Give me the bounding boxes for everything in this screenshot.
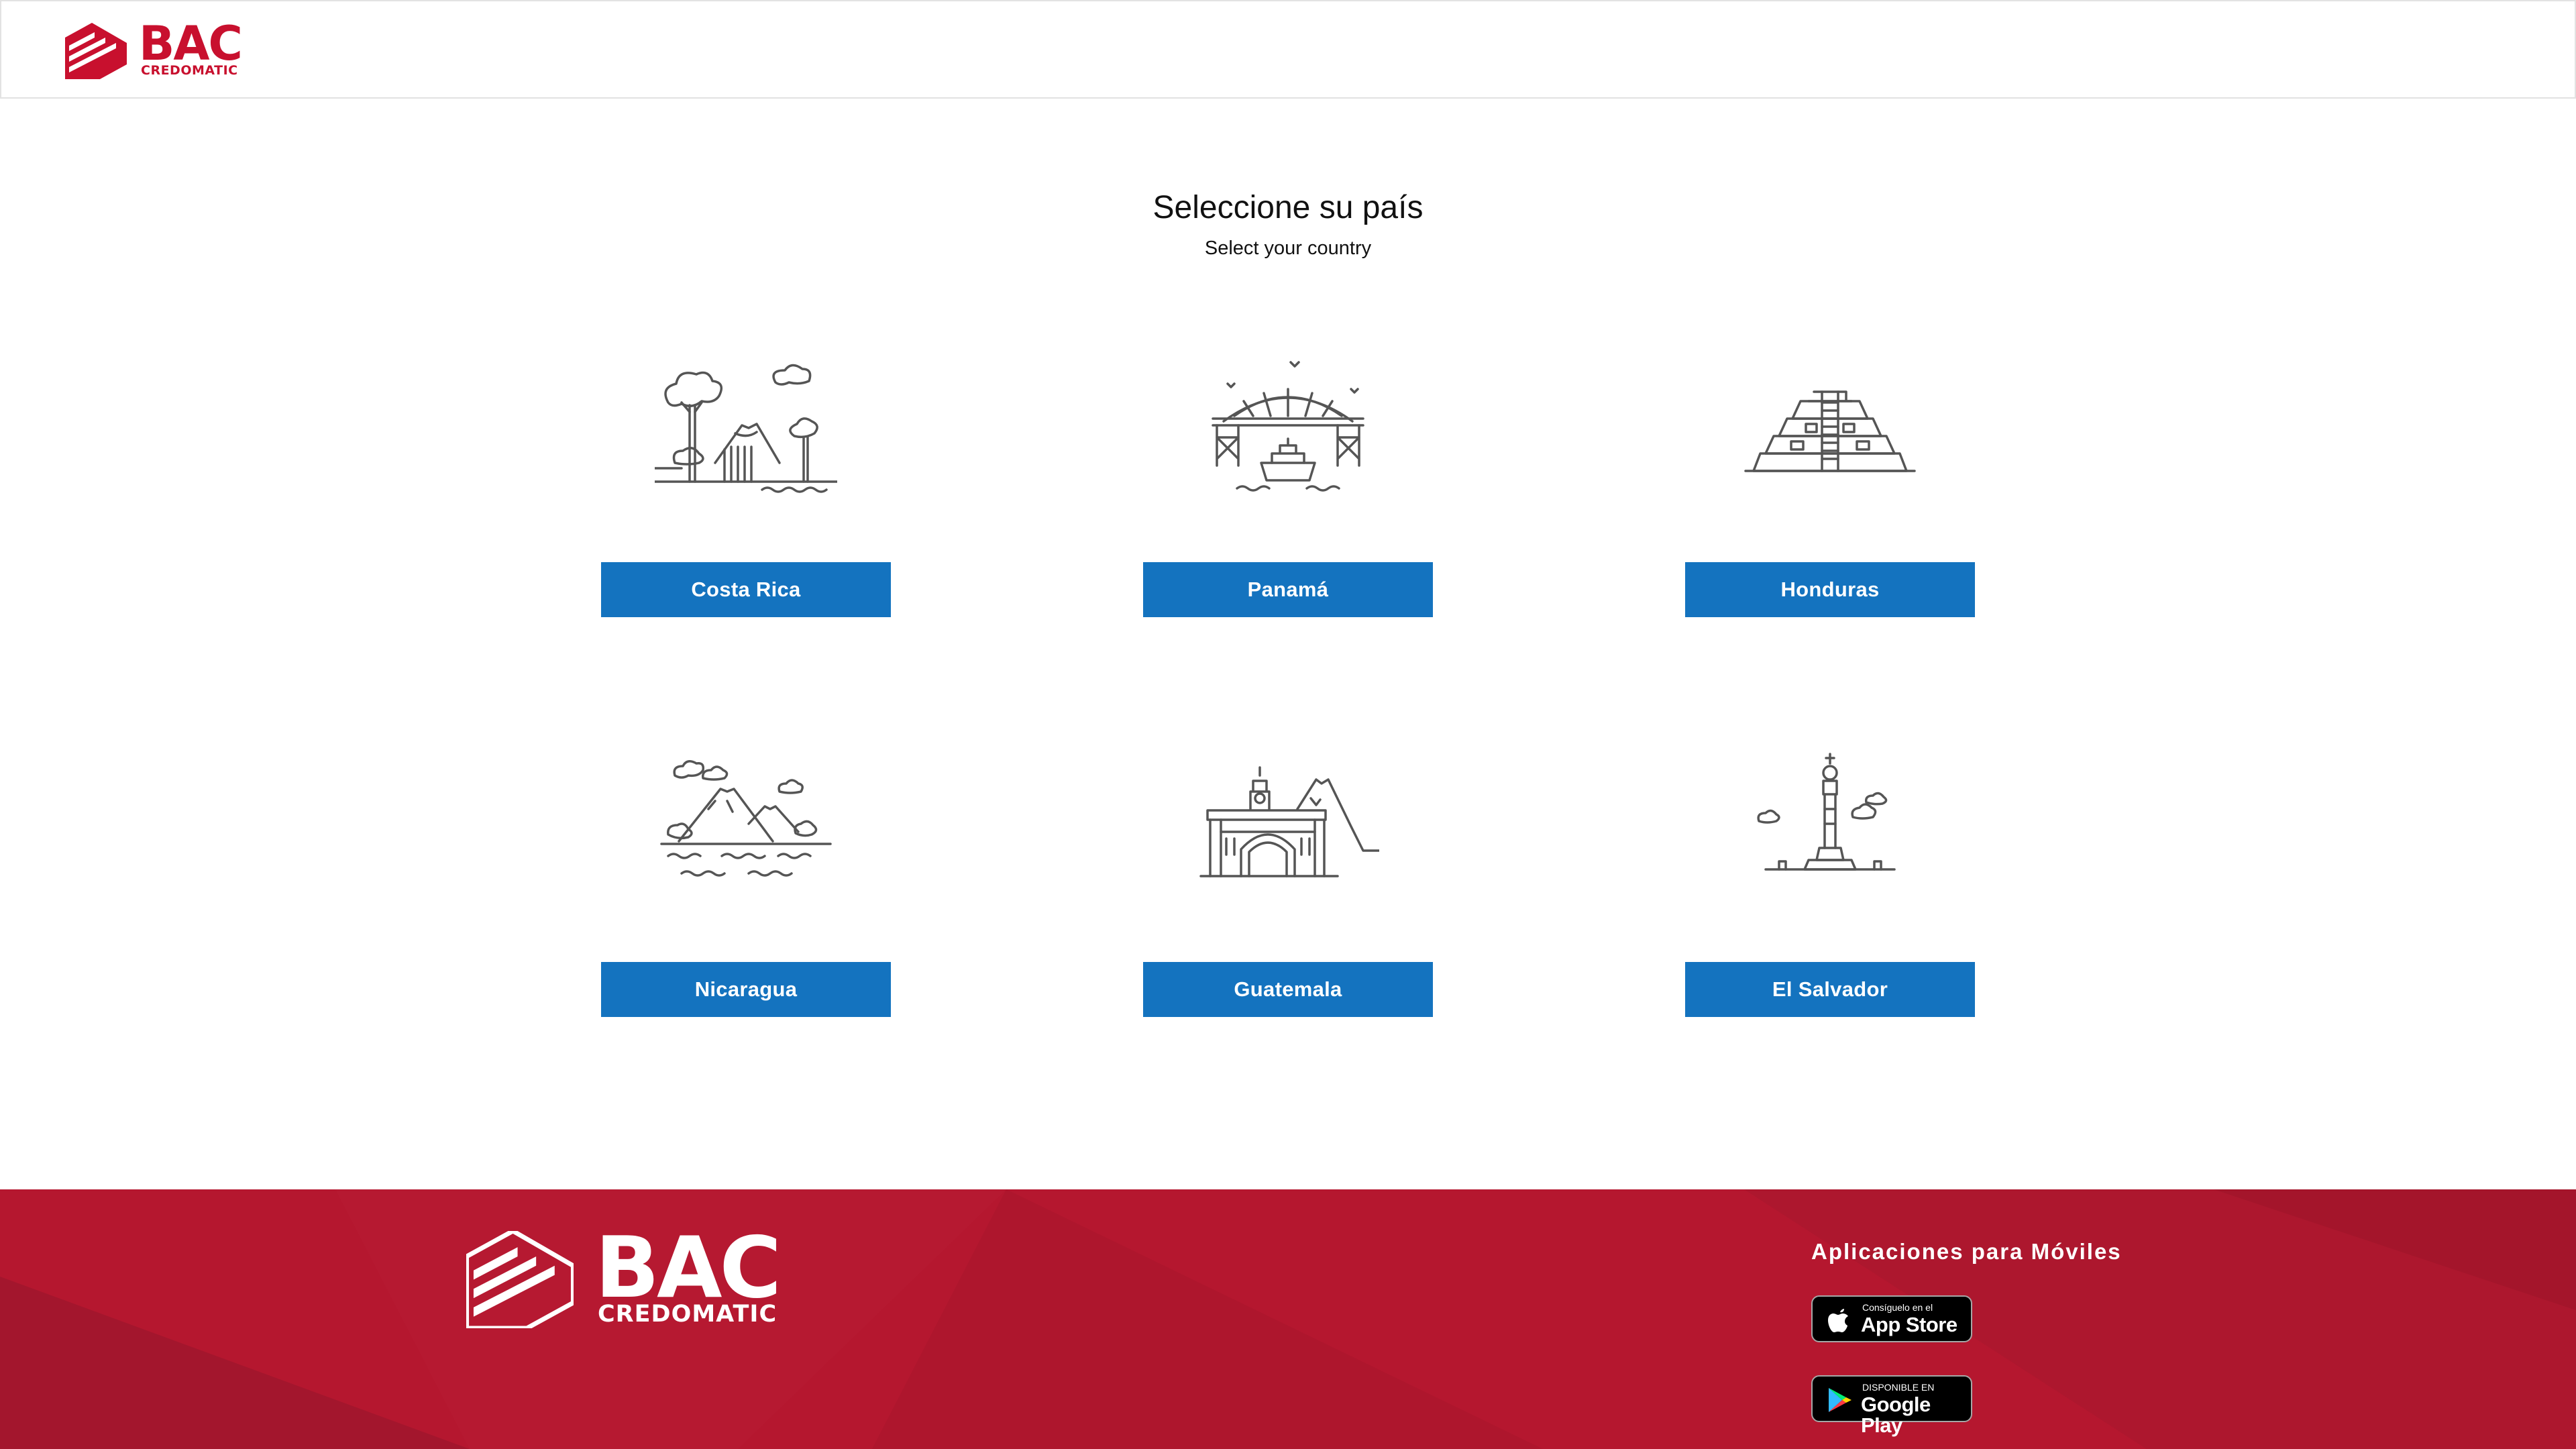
google-play-badge[interactable]: DISPONIBLE EN Google Play [1811, 1375, 1972, 1436]
footer-logo-subtext: CREDOMATIC [598, 1301, 777, 1328]
header: BAC CREDOMATIC [0, 0, 2576, 99]
logo-word: BAC [139, 16, 243, 71]
bac-logo-mark-icon [65, 23, 127, 79]
footer-bac-logo[interactable]: BAC CREDOMATIC [466, 1226, 782, 1332]
app-store-badge[interactable]: Consíguelo en el App Store [1811, 1295, 1972, 1342]
app-store-small-text: Consíguelo en el [1862, 1302, 1933, 1313]
google-play-small-text: DISPONIBLE EN [1862, 1382, 1935, 1393]
footer: BAC CREDOMATIC Aplicaciones para Móviles… [0, 1189, 2576, 1449]
country-card-nicaragua: Nicaragua [601, 735, 891, 1017]
panama-canal-bridge-icon [1212, 361, 1364, 492]
footer-background-pattern [0, 1189, 2576, 1449]
page-subtitle: Select your country [1204, 237, 1372, 259]
apple-icon [1828, 1309, 1848, 1332]
logo-subtext: CREDOMATIC [141, 63, 238, 78]
honduras-pyramid-icon [1744, 390, 1916, 472]
country-card-el-salvador: El Salvador [1685, 735, 1975, 1017]
app-store-big-text: App Store [1861, 1313, 1957, 1336]
page-title: Seleccione su país [1152, 190, 1424, 225]
mobile-apps-title: Aplicaciones para Móviles [1811, 1239, 2122, 1264]
costa-rica-landscape-icon [655, 364, 837, 493]
country-card-honduras: Honduras [1685, 335, 1975, 617]
footer-logo-mark-icon [466, 1231, 574, 1328]
google-play-big-text: Google Play [1861, 1393, 1931, 1437]
el-salvador-monument-icon [1757, 753, 1896, 871]
bac-logo[interactable]: BAC CREDOMATIC [65, 16, 243, 79]
google-play-icon [1829, 1388, 1851, 1412]
footer-logo-word: BAC [595, 1218, 782, 1317]
el-salvador-button[interactable]: El Salvador [1685, 962, 1975, 1017]
country-card-panama: Panamá [1143, 335, 1433, 617]
guatemala-arch-icon [1199, 766, 1379, 877]
country-card-guatemala: Guatemala [1143, 735, 1433, 1017]
honduras-button[interactable]: Honduras [1685, 562, 1975, 617]
country-card-costa-rica: Costa Rica [601, 335, 891, 617]
guatemala-button[interactable]: Guatemala [1143, 962, 1433, 1017]
nicaragua-volcanoes-icon [660, 760, 832, 877]
panama-button[interactable]: Panamá [1143, 562, 1433, 617]
page-heading: Seleccione su país Select your country [0, 186, 2576, 260]
nicaragua-button[interactable]: Nicaragua [601, 962, 891, 1017]
costa-rica-button[interactable]: Costa Rica [601, 562, 891, 617]
